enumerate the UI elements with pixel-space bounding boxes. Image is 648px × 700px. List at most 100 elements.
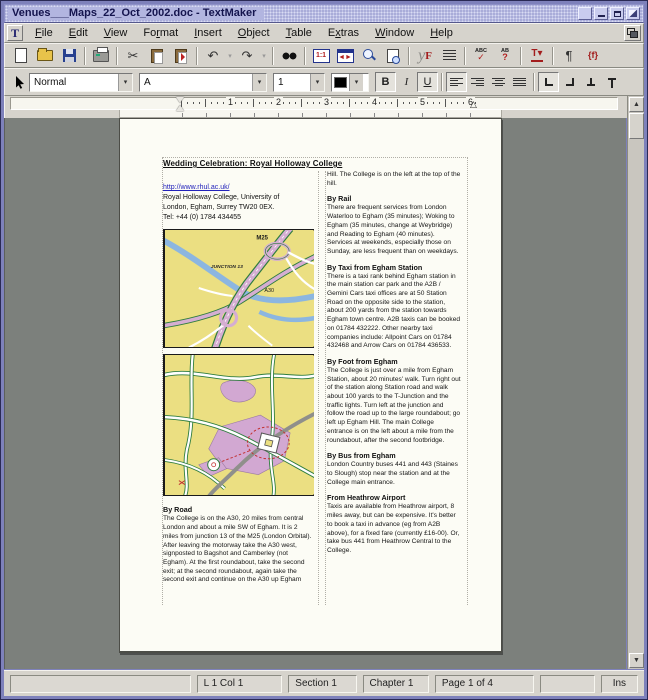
tab-left-icon <box>545 78 553 86</box>
zoom-100-icon: 1:1 <box>313 49 330 63</box>
section-text: Taxis are available from Heathrow airpor… <box>327 503 461 555</box>
menu-object[interactable]: Object <box>230 25 278 41</box>
new-document-button[interactable] <box>9 45 33 66</box>
undo-dropdown[interactable]: ▾ <box>225 45 235 66</box>
font-color-combo[interactable]: ▾ <box>331 73 369 92</box>
menu-edit[interactable]: Edit <box>61 25 96 41</box>
menu-window[interactable]: Window <box>367 25 422 41</box>
align-center-button[interactable] <box>488 72 509 92</box>
chevron-down-icon[interactable]: ▾ <box>349 74 363 91</box>
field-codes-button[interactable]: {f} <box>581 45 605 66</box>
scroll-up-button[interactable]: ▲ <box>629 97 644 112</box>
undo-icon: ↶ <box>208 49 219 62</box>
copy-button[interactable] <box>145 45 169 66</box>
thesaurus-icon: AB? <box>501 49 509 63</box>
menu-format[interactable]: Format <box>135 25 186 41</box>
college-link[interactable]: http://www.rhul.ac.uk/ <box>163 184 313 191</box>
maximize-icon <box>614 11 621 17</box>
save-button[interactable] <box>57 45 81 66</box>
fit-width-button[interactable]: ◄► <box>333 45 357 66</box>
ruler-number: 5 <box>418 97 427 108</box>
ruler-tab-row <box>119 110 502 118</box>
spell-check-button[interactable]: ABC✓ <box>469 45 493 66</box>
status-field-page-1-of-4[interactable]: Page 1 of 4 <box>435 675 534 693</box>
section-heading: By Foot from Egham <box>327 357 461 366</box>
formatting-marks-button[interactable]: ¶ <box>557 45 581 66</box>
paste-button[interactable] <box>169 45 193 66</box>
vertical-scrollbar[interactable]: ▲ ▼ <box>627 96 644 669</box>
minimize-button[interactable] <box>594 7 608 20</box>
chevron-down-icon[interactable]: ▾ <box>252 74 266 91</box>
status-field <box>10 675 191 693</box>
print-button[interactable] <box>89 45 113 66</box>
by-road-heading: By Road <box>163 505 313 514</box>
document-page[interactable]: Wedding Celebration: Royal Holloway Coll… <box>119 118 502 653</box>
app-menu-button[interactable]: T <box>7 25 23 41</box>
menu-help[interactable]: Help <box>422 25 461 41</box>
object-pointer-button[interactable] <box>9 72 29 93</box>
status-field-l-1-col-1[interactable]: L 1 Col 1 <box>197 675 283 693</box>
size-combo[interactable]: 1 ▾ <box>273 73 325 92</box>
section-text: London Country buses 441 and 443 (Staine… <box>327 461 461 487</box>
document-restore-button[interactable] <box>624 25 641 41</box>
redo-dropdown[interactable]: ▾ <box>259 45 269 66</box>
zoom-100-button[interactable]: 1:1 <box>309 45 333 66</box>
character-f-icon: F <box>425 50 432 62</box>
bold-button[interactable]: B <box>375 72 396 92</box>
indent-marker[interactable] <box>176 97 185 110</box>
section-text: The College is just over a mile from Egh… <box>327 367 461 445</box>
scroll-down-button[interactable]: ▼ <box>629 653 644 668</box>
undo-button[interactable]: ↶ <box>201 45 225 66</box>
find-button[interactable] <box>277 45 301 66</box>
menu-table[interactable]: Table <box>278 25 320 41</box>
align-right-button[interactable] <box>467 72 488 92</box>
align-justify-icon <box>513 78 526 87</box>
style-combo[interactable]: Normal ▾ <box>29 73 133 92</box>
status-field-section-1[interactable]: Section 1 <box>288 675 356 693</box>
redo-button[interactable]: ↷ <box>235 45 259 66</box>
character-style-button[interactable]: yF <box>413 45 437 66</box>
underline-button[interactable]: U <box>417 72 438 92</box>
status-field-ins[interactable]: Ins <box>601 675 638 693</box>
paragraph-style-button[interactable] <box>437 45 461 66</box>
align-justify-button[interactable] <box>509 72 530 92</box>
window-title: Venues___Maps_22_Oct_2002.doc - TextMake… <box>8 7 264 20</box>
left-column: http://www.rhul.ac.uk/ Royal Holloway Co… <box>163 171 319 585</box>
toolbar-separator <box>116 47 118 65</box>
toolbar-separator <box>84 47 86 65</box>
junction-map-image: M25 JUNCTION 13 A30 <box>165 230 314 347</box>
zoom-tool-button[interactable] <box>357 45 381 66</box>
align-left-button[interactable] <box>446 72 467 92</box>
insert-text-button[interactable]: T▾ <box>525 45 549 66</box>
italic-button[interactable]: I <box>396 72 417 92</box>
scrollbar-thumb[interactable] <box>629 113 644 139</box>
cut-scissors-icon: ✂ <box>128 49 139 62</box>
tab-left-button[interactable] <box>538 72 559 92</box>
font-combo[interactable]: A ▾ <box>139 73 267 92</box>
chevron-down-icon[interactable]: ▾ <box>118 74 132 91</box>
menu-insert[interactable]: Insert <box>186 25 230 41</box>
ruler-number: 2 <box>274 97 283 108</box>
restore-icon <box>629 10 637 17</box>
title-bar[interactable]: Venues___Maps_22_Oct_2002.doc - TextMake… <box>4 4 644 23</box>
right-indent-marker[interactable]: △ <box>470 98 477 110</box>
tab-decimal-button[interactable] <box>601 72 622 92</box>
map-campus <box>163 354 314 496</box>
menu-extras[interactable]: Extras <box>320 25 367 41</box>
menu-file[interactable]: File <box>27 25 61 41</box>
menu-view[interactable]: View <box>96 25 136 41</box>
tab-right-button[interactable] <box>559 72 580 92</box>
open-button[interactable] <box>33 45 57 66</box>
tab-center-button[interactable] <box>580 72 601 92</box>
chevron-down-icon[interactable]: ▾ <box>310 74 324 91</box>
magnifier-icon <box>363 49 376 62</box>
print-preview-button[interactable] <box>381 45 405 66</box>
thesaurus-button[interactable]: AB? <box>493 45 517 66</box>
maximize-button[interactable] <box>610 7 624 20</box>
status-field-chapter-1[interactable]: Chapter 1 <box>363 675 429 693</box>
ruler-number: 1 <box>226 97 235 108</box>
restore-button[interactable] <box>626 7 640 20</box>
window-blank-button[interactable] <box>578 7 592 20</box>
fit-width-icon: ◄► <box>337 49 354 63</box>
cut-button[interactable]: ✂ <box>121 45 145 66</box>
